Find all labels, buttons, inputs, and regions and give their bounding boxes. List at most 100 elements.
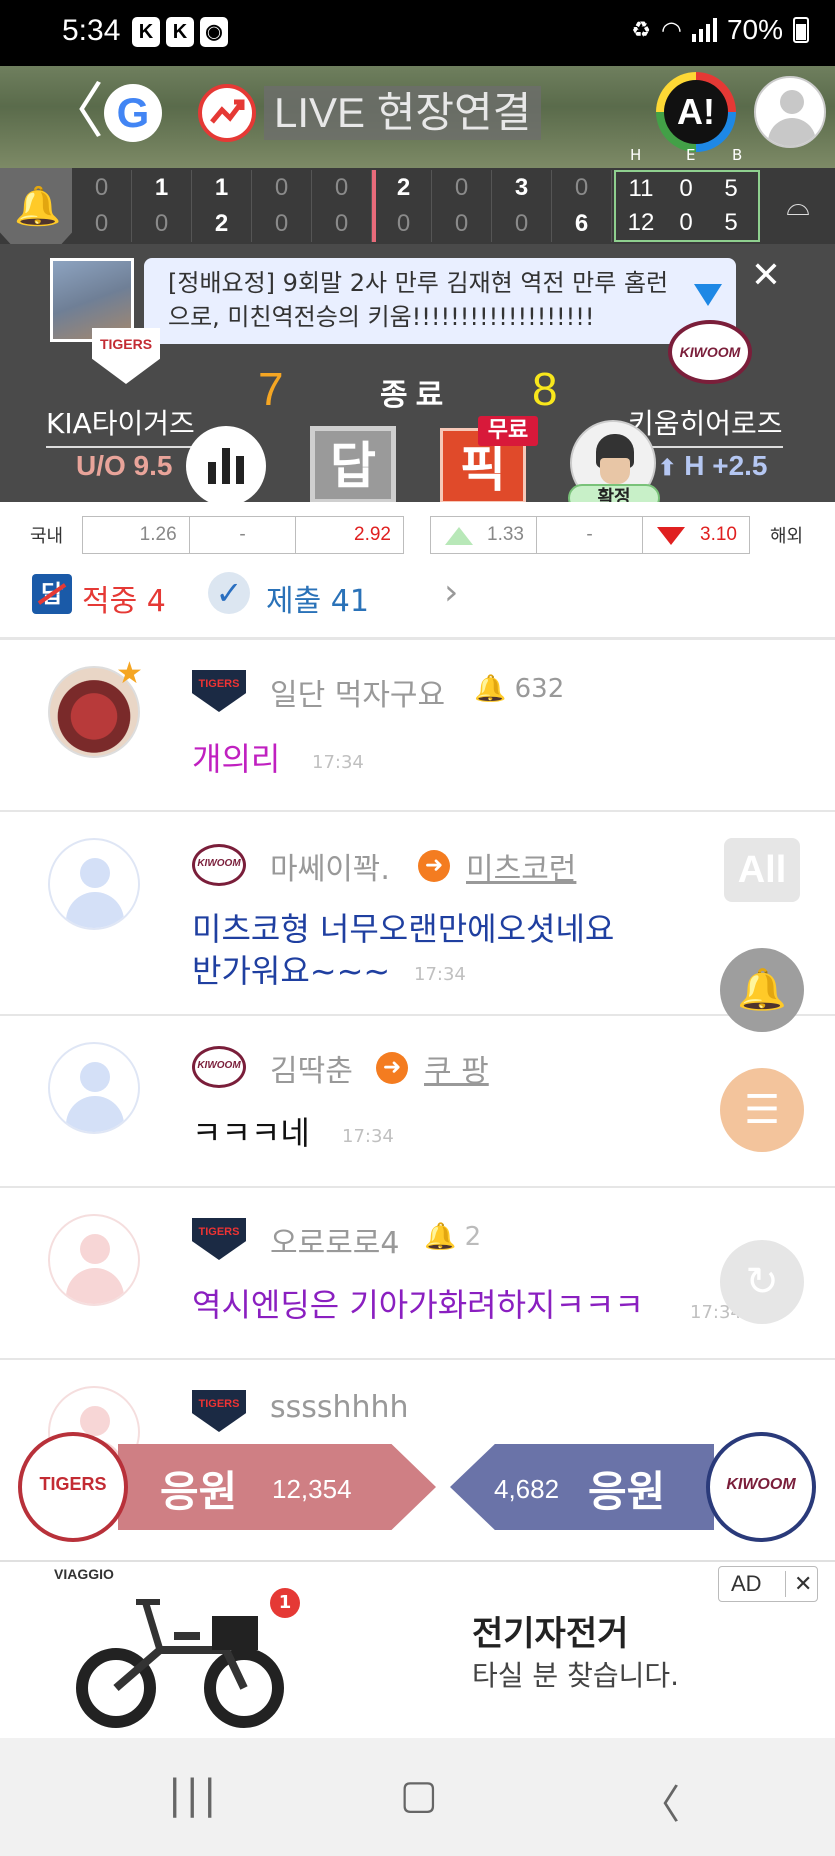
chat-nickname[interactable]: 오로로로4 (270, 1218, 400, 1262)
stadium-icon[interactable]: ⌓ (768, 178, 828, 234)
home-inning-score: 0 (492, 206, 552, 242)
e-bike-image[interactable] (76, 1580, 290, 1730)
kiwoom-cheer-count: 4,682 (494, 1474, 560, 1504)
chat-nickname[interactable]: sssshhhh (270, 1390, 409, 1425)
ad-close-icon[interactable]: ✕ (785, 1571, 812, 1597)
chat-time: 17:34 (414, 964, 466, 985)
away-errors: 0 (679, 175, 693, 202)
expand-down-icon[interactable] (694, 284, 722, 306)
ai-label: A! (664, 80, 728, 144)
chat-nickname[interactable]: 김딱춘 (270, 1046, 353, 1090)
kia-cheer-label: 응원 (160, 1467, 238, 1516)
ad-label: AD (731, 1571, 762, 1596)
user-avatar-icon[interactable] (754, 76, 826, 148)
user-avatar[interactable] (48, 838, 140, 930)
away-inning-score: 3 (492, 170, 552, 206)
memo-button[interactable]: ☰ (720, 1068, 804, 1152)
chat-list[interactable]: ★ TIGERS 일단 먹자구요 🔔 632 개의리 17:34 KIWOOM … (0, 640, 835, 1560)
banner-text: [정배요정] 9회말 2사 만루 김재현 역전 만루 홈런으로, 미친역전승의 … (168, 269, 669, 331)
notification-bell-button[interactable]: 🔔 (720, 948, 804, 1032)
away-inning-score: 0 (252, 170, 312, 206)
overseas-odds-away[interactable]: 1.33 (431, 517, 537, 553)
chat-time: 17:34 (342, 1126, 394, 1147)
trend-icon[interactable] (198, 84, 256, 142)
reply-target[interactable]: 쿠 팡 (424, 1046, 489, 1090)
k-app-icon: K (132, 17, 160, 47)
kia-team-icon: TIGERS (192, 670, 246, 712)
map-app-icon: ◉ (200, 17, 228, 47)
user-avatar[interactable] (48, 1042, 140, 1134)
kiwoom-cheer-button[interactable] (450, 1444, 714, 1530)
chat-message[interactable]: TIGERS 오로로로4 🔔 2 역시엔딩은 기아가화려하지ㅋㅋㅋ 17:34 (0, 1188, 835, 1360)
chat-message[interactable]: KIWOOM 김딱춘 ➜ 쿠 팡 ㅋㅋㅋ네 17:34 (0, 1016, 835, 1188)
bell-icon: 🔔 (737, 967, 787, 1013)
live-stream-button[interactable]: LIVE 현장연결 (264, 86, 542, 140)
notification-icons: K K ◉ (132, 17, 228, 47)
chevron-right-icon[interactable]: › (444, 572, 458, 613)
away-team-name[interactable]: KIA타이거즈 (46, 402, 195, 448)
away-walks: 5 (724, 175, 738, 202)
chat-text: 개의리 (192, 740, 281, 778)
home-inning-score: 0 (252, 206, 312, 242)
overseas-odds-home[interactable]: 3.10 (643, 517, 749, 553)
domestic-odds-away[interactable]: 1.26 (83, 517, 190, 553)
home-inning-score: 0 (132, 206, 192, 242)
away-score: 7 (258, 363, 284, 415)
rhe-header-e: E (686, 146, 696, 164)
home-inning-score: 6 (552, 206, 612, 242)
back-arrow-icon[interactable]: 〈 (44, 82, 104, 142)
chat-time: 17:34 (312, 752, 364, 773)
domestic-odds-draw[interactable]: - (190, 517, 297, 553)
away-inning-score: 0 (432, 170, 492, 206)
handicap-line: ⬆ H +2.5 (658, 450, 768, 481)
home-walks: 5 (724, 209, 738, 236)
reply-arrow-icon: ➜ (418, 850, 450, 882)
free-badge: 무료 (478, 416, 538, 446)
filter-all-button[interactable]: All (724, 838, 800, 902)
chat-nickname[interactable]: 일단 먹자구요 (270, 670, 445, 714)
status-right: ♻ ◠ 70% (631, 14, 809, 46)
chat-text-line: 미츠코형 너무오랜만에오셧네요 (192, 910, 615, 948)
refresh-button[interactable]: ↻ (720, 1240, 804, 1324)
ad-subtitle[interactable]: 타실 분 찾습니다. (472, 1654, 679, 1694)
reply-target[interactable]: 미츠코런 (466, 844, 576, 888)
back-icon[interactable]: 〈 (640, 1772, 680, 1830)
stats-chart-button[interactable] (186, 426, 266, 506)
battery-percent: 70% (726, 14, 783, 45)
chat-nickname[interactable]: 마쎄이꽉. (270, 844, 390, 888)
chat-message[interactable]: KIWOOM 마쎄이꽉. ➜ 미츠코런 미츠코형 너무오랜만에오셧네요 반가워요… (0, 812, 835, 1016)
overseas-odds[interactable]: 1.33 - 3.10 (430, 516, 750, 554)
home-icon[interactable]: ▢ (400, 1772, 438, 1818)
over-under-line: U/O 9.5 (76, 450, 173, 481)
away-inning-score: 2 (372, 170, 432, 206)
domestic-odds[interactable]: 1.26 - 2.92 (82, 516, 404, 554)
google-icon[interactable]: G (104, 84, 162, 142)
ad-notification-badge: 1 (270, 1588, 300, 1618)
kiwoom-team-icon: KIWOOM (192, 844, 246, 886)
recent-apps-icon[interactable]: ||| (168, 1772, 220, 1818)
close-icon[interactable]: ✕ (748, 258, 784, 294)
home-inning-score: 0 (432, 206, 492, 242)
app-header: 〈 G LIVE 현장연결 A! (0, 66, 835, 168)
chat-message[interactable]: ★ TIGERS 일단 먹자구요 🔔 632 개의리 17:34 (0, 640, 835, 812)
kiwoom-team-icon: KIWOOM (192, 1046, 246, 1088)
submit-count[interactable]: 제출 41 (266, 576, 369, 620)
news-banner[interactable]: [정배요정] 9회말 2사 만루 김재현 역전 만루 홈런으로, 미친역전승의 … (144, 258, 736, 344)
overseas-odds-draw[interactable]: - (537, 517, 643, 553)
answer-button[interactable]: 답 (310, 426, 396, 504)
star-icon: ★ (116, 656, 143, 691)
home-errors: 0 (679, 209, 693, 236)
rhe-header-h: H (630, 146, 642, 164)
home-team-name[interactable]: 키움히어로즈 (628, 402, 783, 448)
home-inning-score: 0 (312, 206, 372, 242)
user-avatar[interactable] (48, 1214, 140, 1306)
home-score: 8 (532, 363, 558, 415)
bell-icon: 🔔 (474, 674, 507, 704)
ai-button[interactable]: A! (656, 72, 736, 152)
ad-title[interactable]: 전기자전거 (472, 1606, 628, 1655)
domestic-odds-home[interactable]: 2.92 (296, 517, 403, 553)
hit-count[interactable]: 적중 4 (82, 576, 166, 620)
refresh-icon: ↻ (745, 1259, 779, 1305)
hit-icon: 답 (32, 574, 72, 614)
list-icon: ☰ (744, 1087, 780, 1133)
